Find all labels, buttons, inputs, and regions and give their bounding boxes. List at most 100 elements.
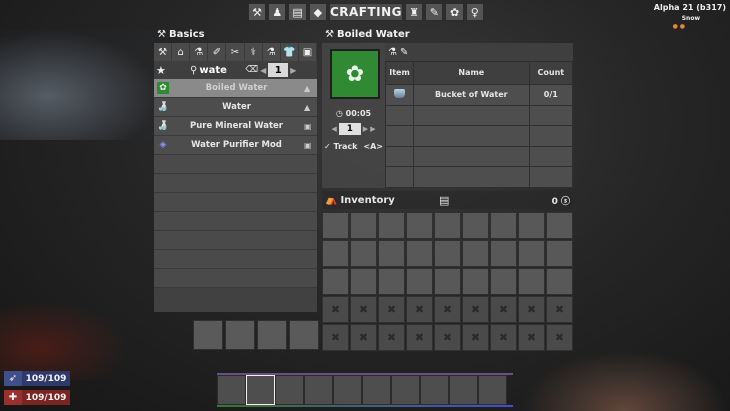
inventory-slot[interactable] — [490, 268, 517, 295]
inventory-title-wrap: ⛺ Inventory — [322, 195, 439, 206]
inventory-slot[interactable] — [434, 240, 461, 267]
inventory-slot[interactable] — [378, 212, 405, 239]
health-cross-icon: ✚ — [4, 390, 22, 405]
build-version: Alpha 21 (b317) — [653, 3, 726, 12]
track-button[interactable]: ✓ Track <A> — [322, 142, 385, 151]
weather-label: Snow — [681, 15, 700, 22]
inventory-slot[interactable] — [546, 240, 573, 267]
increase-icon[interactable]: ▶ — [363, 125, 368, 133]
hotbar-slot[interactable] — [217, 375, 246, 405]
storage-category-icon[interactable]: ▣ — [299, 43, 317, 61]
sort-icon[interactable]: ▤ — [439, 194, 449, 207]
inventory-slot[interactable] — [350, 212, 377, 239]
building-category-icon[interactable]: ⌂ — [172, 43, 191, 61]
inventory-slot[interactable] — [490, 212, 517, 239]
inventory-slot[interactable] — [322, 212, 349, 239]
inventory-slot[interactable] — [462, 268, 489, 295]
hotbar-slot[interactable] — [362, 375, 391, 405]
twitch-tab-icon[interactable]: ✿ — [445, 3, 464, 21]
max-icon[interactable]: ▶ — [370, 125, 375, 133]
inventory-slot[interactable] — [350, 268, 377, 295]
track-key: <A> — [363, 142, 383, 151]
inventory-slot[interactable] — [518, 240, 545, 267]
weapons-category-icon[interactable]: ✐ — [208, 43, 227, 61]
hotbar-slot[interactable] — [391, 375, 420, 405]
locked-slot-icon: ✖ — [434, 324, 461, 351]
ingredient-icon — [385, 83, 414, 106]
tool-slot[interactable] — [257, 320, 287, 350]
inventory-slot[interactable] — [518, 268, 545, 295]
track-label: ✓ Track — [324, 142, 358, 151]
inventory-slot[interactable] — [406, 212, 433, 239]
quests-tab-icon[interactable]: ♜ — [405, 3, 424, 21]
sprout-icon: ✿ — [330, 49, 380, 99]
description-tab-icon[interactable]: ✎ — [400, 43, 408, 61]
hammer-icon: ⚒ — [157, 28, 166, 40]
craft-count[interactable]: 1 — [338, 123, 361, 135]
col-item: Item — [385, 61, 414, 85]
inventory-slot[interactable] — [546, 268, 573, 295]
character-tab-icon[interactable]: ♟ — [268, 3, 287, 21]
track-text: Track — [333, 142, 358, 151]
inventory-slot[interactable] — [378, 268, 405, 295]
hotbar-slot[interactable] — [333, 375, 362, 405]
recipe-item[interactable]: ◈ Water Purifier Mod ▣ — [154, 136, 317, 155]
next-page-icon[interactable]: ▶ — [290, 66, 296, 75]
ingredient-count: 0/1 — [528, 83, 574, 106]
clear-search-icon[interactable]: ⌫ — [245, 65, 258, 75]
science-category-icon[interactable]: ⚗ — [263, 43, 281, 61]
hotbar-slot[interactable] — [449, 375, 478, 405]
inventory-slot[interactable] — [434, 212, 461, 239]
crafting-tab-icon[interactable]: ⚒ — [248, 3, 267, 21]
health-bar: ✚ 109/109 — [4, 390, 70, 405]
inventory-panel: ⛺ Inventory ▤ 0 ⓢ ✖ ✖ ✖ ✖ ✖ ✖ ✖ ✖ ✖ ✖ ✖ ✖ ✖ ✖ ✖ ✖ ✖ ✖ — [322, 191, 573, 351]
recipe-name: Water Purifier Mod — [191, 140, 282, 150]
tools-category-icon[interactable]: ✂ — [226, 43, 245, 61]
inventory-slot[interactable] — [406, 268, 433, 295]
hotbar-slot[interactable] — [246, 375, 275, 405]
tool-slot[interactable] — [289, 320, 319, 350]
tool-slot[interactable] — [193, 320, 223, 350]
player-hand — [520, 350, 730, 411]
map-tab-icon[interactable]: ▤ — [288, 3, 307, 21]
decrease-icon[interactable]: ◀ — [331, 125, 336, 133]
skills-tab-icon[interactable]: ◆ — [308, 3, 327, 21]
hotbar-slot[interactable] — [304, 375, 333, 405]
recipe-name: Pure Mineral Water — [189, 121, 283, 131]
inventory-slot[interactable] — [322, 268, 349, 295]
prev-page-icon[interactable]: ◀ — [260, 66, 266, 75]
clothing-category-icon[interactable]: 👕 — [281, 43, 299, 61]
tool-slot[interactable] — [225, 320, 255, 350]
journal-tab-icon[interactable]: ✎ — [425, 3, 444, 21]
hotbar-slot[interactable] — [478, 375, 507, 405]
inventory-slot[interactable] — [490, 240, 517, 267]
hotbar-slot[interactable] — [275, 375, 304, 405]
recipe-search-input[interactable] — [199, 63, 244, 77]
locked-slot-icon: ✖ — [350, 296, 377, 323]
inventory-slot[interactable] — [462, 212, 489, 239]
resources-category-icon[interactable]: ⚗ — [190, 43, 209, 61]
craft-time-value: 00:05 — [345, 109, 372, 118]
inventory-slot[interactable] — [518, 212, 545, 239]
lock-icon: ▣ — [304, 121, 312, 131]
recipe-item[interactable]: 🍶 Water ▲ — [154, 98, 317, 117]
weather-icons: ● ● — [672, 23, 685, 30]
inventory-slot[interactable] — [434, 268, 461, 295]
favorites-star-icon[interactable]: ★ — [156, 64, 170, 77]
inventory-slot[interactable] — [462, 240, 489, 267]
recipe-item[interactable]: ✿ Boiled Water ▲ — [154, 79, 317, 98]
inventory-slot[interactable] — [350, 240, 377, 267]
inventory-slot[interactable] — [546, 212, 573, 239]
recipe-item[interactable]: 🍶 Pure Mineral Water ▣ — [154, 117, 317, 136]
locked-slot-icon: ✖ — [434, 296, 461, 323]
inventory-slot[interactable] — [406, 240, 433, 267]
inventory-slot[interactable] — [322, 240, 349, 267]
backpack-icon: ⛺ — [325, 194, 338, 206]
hotbar-slot[interactable] — [420, 375, 449, 405]
locked-slot-icon: ✖ — [546, 296, 573, 323]
ingredients-tab-icon[interactable]: ⚗ — [388, 43, 397, 61]
basics-category-icon[interactable]: ⚒ — [154, 43, 173, 61]
inventory-slot[interactable] — [378, 240, 405, 267]
players-tab-icon[interactable]: ♀ — [465, 3, 484, 21]
medical-category-icon[interactable]: ⚕ — [245, 43, 263, 61]
